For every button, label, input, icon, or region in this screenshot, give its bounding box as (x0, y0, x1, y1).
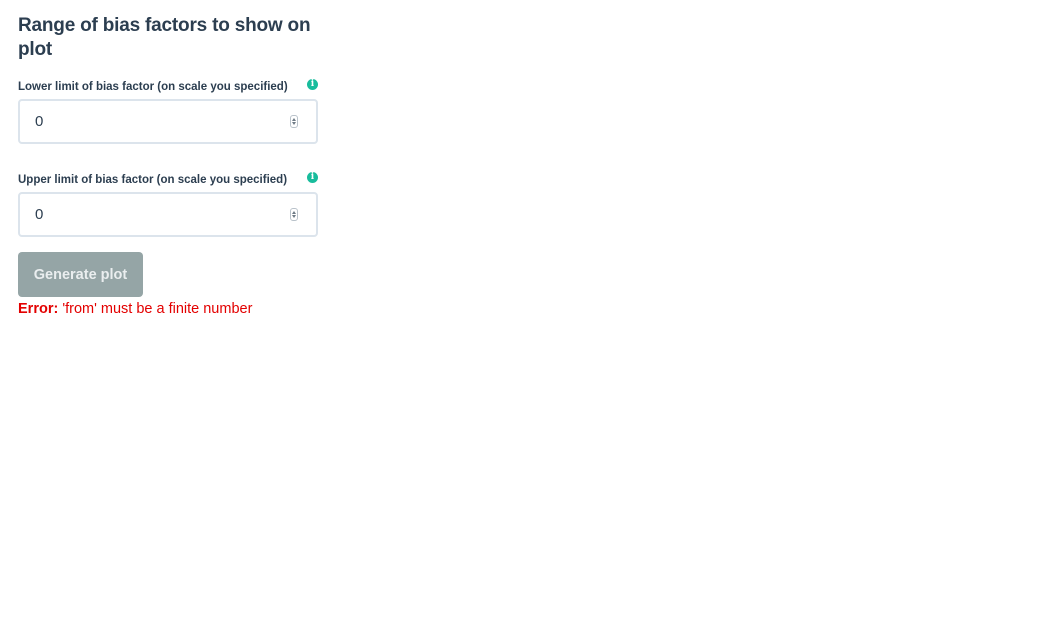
spinner-up-icon[interactable] (292, 118, 296, 121)
spinner-down-icon[interactable] (292, 215, 296, 218)
error-prefix: Error: (18, 301, 59, 317)
lower-limit-spinner[interactable] (290, 115, 298, 128)
upper-limit-label-row: Upper limit of bias factor (on scale you… (18, 170, 318, 186)
generate-plot-button[interactable]: Generate plot (18, 252, 143, 297)
bias-range-panel: Range of bias factors to show on plot Lo… (18, 14, 328, 318)
lower-limit-label-row: Lower limit of bias factor (on scale you… (18, 77, 318, 93)
upper-limit-label: Upper limit of bias factor (on scale you… (18, 174, 288, 186)
lower-limit-input[interactable] (20, 101, 285, 142)
info-icon[interactable]: i (307, 172, 318, 183)
section-title: Range of bias factors to show on plot (18, 15, 311, 60)
info-icon[interactable]: i (307, 79, 318, 90)
lower-limit-input-box (18, 99, 318, 144)
lower-limit-field: Lower limit of bias factor (on scale you… (18, 77, 318, 144)
upper-limit-input-box (18, 192, 318, 237)
lower-limit-label: Lower limit of bias factor (on scale you… (18, 81, 288, 93)
spinner-up-icon[interactable] (292, 211, 296, 214)
spinner-down-icon[interactable] (292, 122, 296, 125)
error-message: Error: 'from' must be a finite number (18, 300, 328, 318)
upper-limit-spinner[interactable] (290, 208, 298, 221)
upper-limit-input[interactable] (20, 194, 285, 235)
upper-limit-field: Upper limit of bias factor (on scale you… (18, 170, 318, 237)
error-text: 'from' must be a finite number (58, 301, 253, 317)
